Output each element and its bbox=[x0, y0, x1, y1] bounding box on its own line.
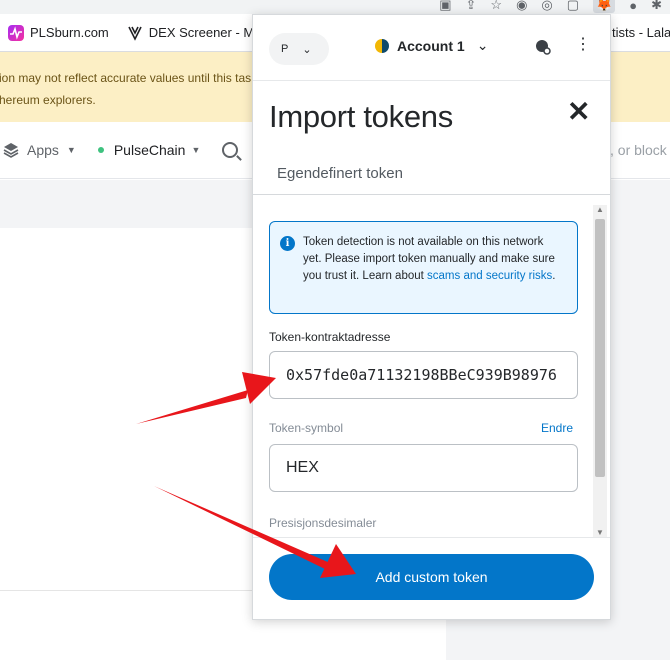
dexscreener-icon bbox=[128, 26, 142, 41]
network-picker[interactable]: P ⌄ bbox=[269, 33, 329, 65]
metamask-popup: P ⌄ Account 1 ⌄ ⋮ Import tokens ✕ Egende… bbox=[252, 14, 611, 620]
info-icon: i bbox=[280, 236, 295, 251]
share-icon[interactable]: ⇪ bbox=[466, 0, 477, 13]
connections-icon[interactable] bbox=[535, 39, 551, 55]
page-title: Import tokens bbox=[269, 99, 453, 134]
pulse-icon bbox=[8, 24, 24, 41]
translate-icon[interactable]: ▣ bbox=[439, 0, 451, 13]
tab-bar: Egendefinert token bbox=[253, 155, 610, 195]
extension-icon[interactable]: ◉ bbox=[516, 0, 527, 13]
extension-icon[interactable]: ◎ bbox=[541, 0, 552, 13]
network-label: P bbox=[281, 43, 289, 55]
account-avatar bbox=[375, 38, 389, 53]
scroll-down-icon[interactable]: ▼ bbox=[596, 528, 604, 537]
extension-icon[interactable]: ● bbox=[629, 0, 637, 13]
info-suffix: . bbox=[552, 270, 556, 282]
scrollbar[interactable]: ▲ ▼ bbox=[593, 205, 607, 537]
symbol-label: Token-symbol bbox=[269, 421, 344, 435]
popup-header: P ⌄ Account 1 ⌄ ⋮ bbox=[253, 15, 610, 81]
popup-footer: Add custom token bbox=[253, 537, 610, 619]
caret-down-icon: ▼ bbox=[66, 145, 76, 155]
caret-down-icon: ▼ bbox=[191, 145, 201, 155]
form-content: i Token detection is not available on th… bbox=[253, 197, 610, 537]
star-icon[interactable]: ☆ bbox=[490, 0, 502, 13]
chain-selector[interactable]: PulseChain ▼ bbox=[97, 142, 201, 158]
token-address-input[interactable]: 0x57fde0a71132198BBeC939B98976 bbox=[269, 351, 578, 399]
bookmark-label: PLSburn.com bbox=[30, 25, 109, 40]
scroll-up-icon[interactable]: ▲ bbox=[596, 205, 604, 214]
add-custom-token-button[interactable]: Add custom token bbox=[269, 554, 594, 600]
browser-toolbar: ▣ ⇪ ☆ ◉ ◎ ▢ 🦊 ● ✱ bbox=[0, 0, 670, 14]
extension-icon[interactable]: ▢ bbox=[567, 0, 579, 13]
apps-label: Apps bbox=[27, 142, 59, 158]
info-banner: i Token detection is not available on th… bbox=[269, 221, 578, 314]
edit-symbol-link[interactable]: Endre bbox=[541, 421, 573, 435]
chevron-down-icon: ⌄ bbox=[302, 43, 312, 56]
close-icon[interactable]: ✕ bbox=[567, 95, 590, 128]
more-options-icon[interactable]: ⋮ bbox=[575, 37, 591, 53]
title-row: Import tokens ✕ bbox=[253, 81, 610, 155]
extension-icons: ▣ ⇪ ☆ ◉ ◎ ▢ 🦊 ● ✱ bbox=[439, 0, 670, 14]
account-picker[interactable]: Account 1 ⌄ bbox=[375, 37, 488, 54]
metamask-fox-icon[interactable]: 🦊 bbox=[593, 0, 616, 13]
scroll-thumb[interactable] bbox=[595, 219, 605, 477]
chain-label: PulseChain bbox=[113, 142, 186, 158]
tab-custom-token[interactable]: Egendefinert token bbox=[277, 165, 403, 182]
search-placeholder[interactable]: , or block bbox=[610, 142, 667, 158]
token-symbol-input[interactable]: HEX bbox=[269, 444, 578, 492]
chevron-down-icon: ⌄ bbox=[476, 37, 489, 53]
status-dot bbox=[97, 147, 104, 153]
search-icon[interactable] bbox=[222, 142, 239, 158]
bookmark-plsburn[interactable]: PLSburn.com bbox=[8, 24, 109, 41]
decimals-label: Presisjonsdesimaler bbox=[269, 516, 377, 530]
account-label: Account 1 bbox=[397, 37, 465, 54]
bookmark-lalals[interactable]: tists - Lalals bbox=[612, 25, 670, 40]
puzzle-icon[interactable]: ✱ bbox=[651, 0, 662, 13]
address-label: Token-kontraktadresse bbox=[269, 330, 391, 344]
apps-menu[interactable]: Apps ▼ bbox=[3, 142, 76, 158]
layers-icon bbox=[3, 143, 19, 158]
scams-link[interactable]: scams and security risks bbox=[427, 270, 552, 282]
